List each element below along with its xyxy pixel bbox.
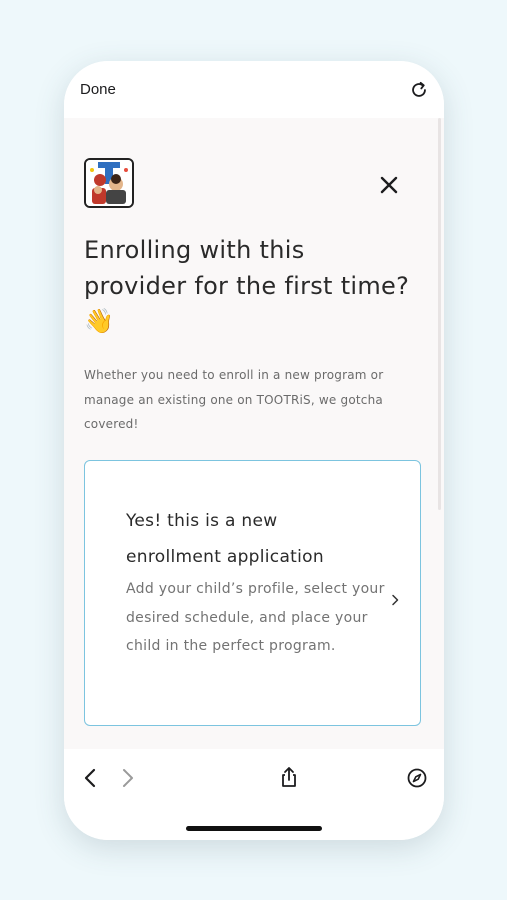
home-indicator[interactable] [186, 826, 322, 831]
browser-top-bar: Done [64, 61, 444, 118]
card-description: Add your child’s profile, select your de… [126, 581, 385, 654]
intro-text: Whether you need to enroll in a new prog… [84, 368, 384, 431]
logo-graphic [86, 160, 132, 206]
phone-frame: Done Enrolling with this provider for th… [64, 61, 444, 840]
chevron-right-icon [392, 594, 399, 606]
back-arrow-icon[interactable] [80, 767, 102, 789]
card-title: Yes! this is a new enrollment applicatio… [126, 511, 324, 567]
forward-arrow-icon[interactable] [116, 767, 138, 789]
reload-icon[interactable] [408, 79, 430, 101]
new-enrollment-card[interactable]: Yes! this is a new enrollment applicatio… [84, 460, 421, 726]
compass-icon[interactable] [406, 767, 428, 789]
web-content[interactable]: Enrolling with this provider for the fir… [64, 118, 444, 749]
close-icon[interactable] [377, 173, 401, 197]
tootris-logo [84, 158, 134, 208]
done-button[interactable]: Done [80, 81, 116, 98]
page-title: Enrolling with this provider for the fir… [84, 236, 410, 335]
scrollbar[interactable] [438, 118, 441, 510]
share-icon[interactable] [278, 766, 300, 788]
